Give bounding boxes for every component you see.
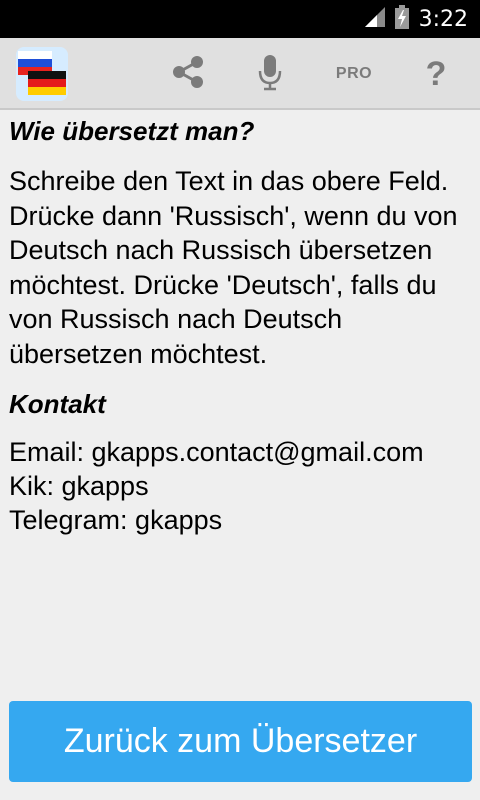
share-icon <box>171 55 205 94</box>
app-bar: PRO ? <box>0 38 480 110</box>
share-button[interactable] <box>160 38 216 110</box>
contact-info: Email: gkapps.contact@gmail.com Kik: gka… <box>9 435 475 537</box>
help-button[interactable]: ? <box>408 38 464 110</box>
how-text: Schreibe den Text in das obere Feld. Drü… <box>9 166 458 369</box>
status-bar: 3:22 <box>0 0 480 38</box>
signal-icon <box>364 6 385 32</box>
help-icon: ? <box>425 54 447 93</box>
flag-russia-germany-icon[interactable] <box>16 47 68 101</box>
pro-label: PRO <box>335 65 373 82</box>
contact-heading: Kontakt <box>9 389 106 419</box>
contact-telegram: Telegram: gkapps <box>9 505 223 535</box>
status-time: 3:22 <box>418 6 468 32</box>
microphone-button[interactable] <box>242 38 298 110</box>
how-heading: Wie übersetzt man? <box>9 116 255 146</box>
status-icons: 3:22 <box>364 0 468 38</box>
help-content: Wie übersetzt man? Schreibe den Text in … <box>9 114 475 537</box>
contact-email: Email: gkapps.contact@gmail.com <box>9 437 424 467</box>
contact-kik: Kik: gkapps <box>9 471 149 501</box>
battery-charging-icon <box>394 4 409 34</box>
pro-button[interactable]: PRO <box>322 38 386 110</box>
microphone-icon <box>256 53 284 96</box>
back-to-translator-button[interactable]: Zurück zum Übersetzer <box>9 701 472 782</box>
